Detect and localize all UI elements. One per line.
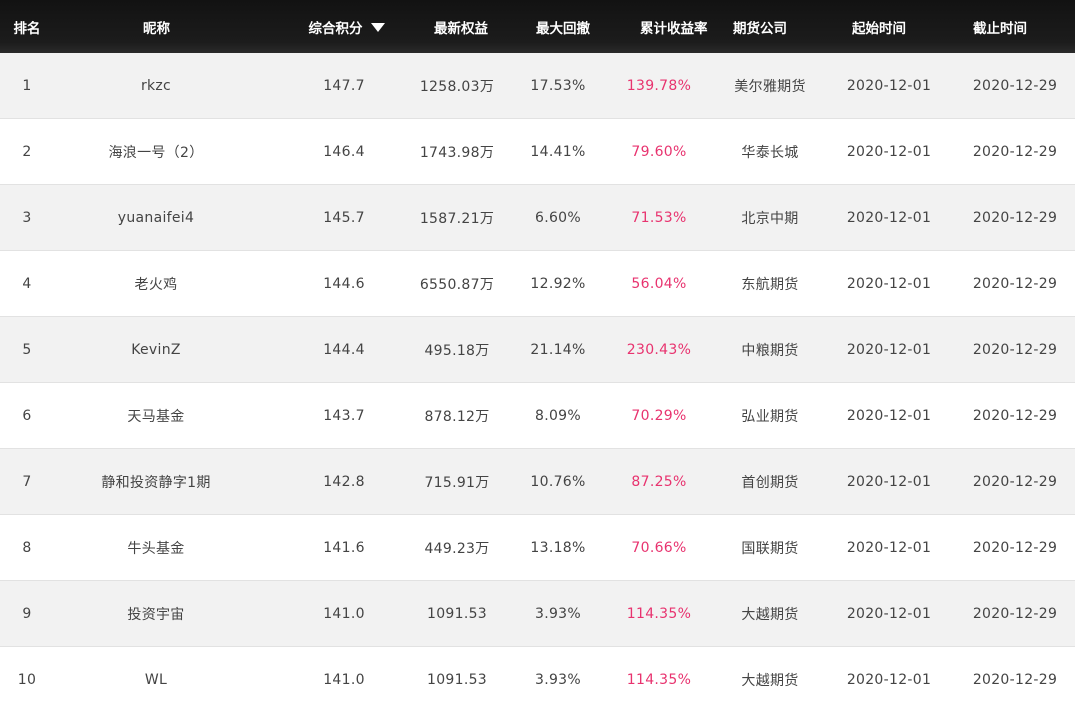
column-header-label: 截止时间: [973, 20, 1027, 37]
end-time-cell: 2020-12-29: [972, 407, 1058, 424]
column-header-score[interactable]: 综合积分: [259, 17, 434, 37]
nickname-cell: 天马基金: [127, 408, 185, 425]
table-row[interactable]: 3 yuanaifei4 145.7 1587.21万 6.60% 71.53% 北京中期 2…: [0, 185, 1075, 251]
sort-down-triangle-icon[interactable]: [370, 22, 385, 32]
table-row[interactable]: 7 静和投资静字1期 142.8 715.91万 10.76% 87.25% 首创期货 202…: [0, 449, 1075, 515]
column-header-start-time[interactable]: 起始时间: [833, 17, 925, 37]
table-row[interactable]: 4 老火鸡 144.6 6550.87万 12.92% 56.04% 东航期货 2020-12…: [0, 251, 1075, 317]
table-row[interactable]: 2 海浪一号（2） 146.4 1743.98万 14.41% 79.60% 华泰长城 202…: [0, 119, 1075, 185]
table-row[interactable]: 8 牛头基金 141.6 449.23万 13.18% 70.66% 国联期货 2020-12…: [0, 515, 1075, 581]
column-header-label: 期货公司: [733, 20, 787, 37]
column-header-cumulative-return[interactable]: 累计收益率: [640, 17, 708, 37]
table-row[interactable]: 1 rkzc 147.7 1258.03万 17.53% 139.78% 美尔雅期货 2020…: [0, 53, 1075, 119]
table-row[interactable]: 9 投资宇宙 141.0 1091.53 3.93% 114.35% 大越期货 2020-12…: [0, 581, 1075, 647]
end-time-cell: 2020-12-29: [972, 341, 1058, 358]
column-header-rank[interactable]: 排名: [0, 17, 54, 37]
end-time-cell: 2020-12-29: [972, 473, 1058, 490]
column-header-label: 最新权益: [434, 20, 488, 37]
column-header-equity[interactable]: 最新权益: [434, 17, 488, 37]
end-time-cell: 2020-12-29: [972, 275, 1058, 292]
nickname-cell: yuanaifei4: [117, 209, 195, 226]
end-time-cell: 2020-12-29: [972, 77, 1058, 94]
end-time-cell: 2020-12-29: [972, 209, 1058, 226]
table-body: 1 rkzc 147.7 1258.03万 17.53% 139.78% 美尔雅期货 2020…: [0, 53, 1075, 709]
end-time-cell: 2020-12-29: [972, 539, 1058, 556]
column-header-nickname[interactable]: 昵称: [54, 17, 259, 37]
end-time-cell: 2020-12-29: [972, 605, 1058, 622]
column-header-label: 综合积分: [308, 20, 363, 37]
nickname-cell: 投资宇宙: [127, 606, 185, 623]
column-header-max-drawdown[interactable]: 最大回撤: [486, 17, 640, 37]
nickname-cell: 牛头基金: [127, 540, 185, 557]
table-row[interactable]: 5 KevinZ 144.4 495.18万 21.14% 230.43% 中粮期货 2020…: [0, 317, 1075, 383]
nickname-cell: KevinZ: [131, 341, 181, 358]
column-header-label: 排名: [13, 20, 41, 37]
ranking-table: 排名 昵称 综合积分 最新权益 最大回撤 累计收益率 期货公司 起始时间 截止时…: [0, 0, 1075, 709]
column-header-futures-company[interactable]: 期货公司: [687, 17, 833, 37]
column-header-label: 起始时间: [852, 20, 906, 37]
table-header: 排名 昵称 综合积分 最新权益 最大回撤 累计收益率 期货公司 起始时间 截止时…: [0, 0, 1075, 53]
nickname-cell: rkzc: [140, 77, 172, 94]
nickname-cell: 静和投资静字1期: [101, 474, 211, 491]
end-time-cell: 2020-12-29: [972, 143, 1058, 160]
column-header-label: 昵称: [143, 20, 170, 37]
nickname-cell: 老火鸡: [134, 276, 178, 293]
column-header-label: 最大回撤: [536, 20, 590, 37]
table-row[interactable]: 10 WL 141.0 1091.53 3.93% 114.35% 大越期货 2020-12-…: [0, 647, 1075, 709]
column-header-end-time[interactable]: 截止时间: [925, 17, 1075, 37]
table-row[interactable]: 6 天马基金 143.7 878.12万 8.09% 70.29% 弘业期货 2020-12-…: [0, 383, 1075, 449]
nickname-cell: 海浪一号（2）: [108, 144, 204, 161]
end-time-cell: 2020-12-29: [972, 671, 1058, 688]
nickname-cell: WL: [144, 671, 168, 688]
